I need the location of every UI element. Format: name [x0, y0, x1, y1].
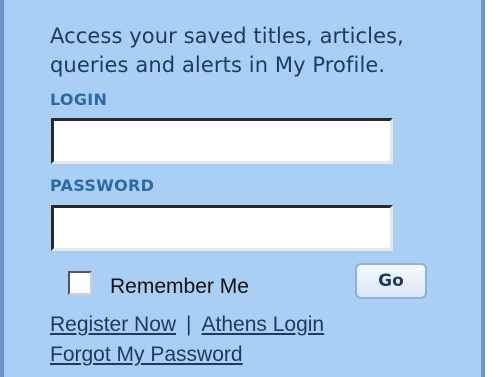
intro-text: Access your saved titles, articles, quer…: [50, 22, 480, 80]
password-label: PASSWORD: [50, 176, 155, 195]
remember-me-checkbox[interactable]: [68, 271, 92, 295]
go-button[interactable]: Go: [355, 263, 427, 299]
forgot-password-row: Forgot My Password: [50, 343, 243, 367]
register-now-link[interactable]: Register Now: [50, 313, 176, 336]
password-field[interactable]: [51, 205, 393, 251]
intro-line-2: queries and alerts in My Profile.: [50, 53, 386, 77]
login-panel: Access your saved titles, articles, quer…: [0, 0, 485, 377]
remember-me-label: Remember Me: [110, 275, 249, 298]
links-row: Register Now | Athens Login: [50, 313, 324, 337]
athens-login-link[interactable]: Athens Login: [202, 313, 325, 336]
login-label: LOGIN: [50, 90, 108, 109]
intro-line-1: Access your saved titles, articles,: [50, 24, 404, 48]
forgot-password-link[interactable]: Forgot My Password: [50, 343, 243, 366]
link-separator: |: [186, 313, 192, 336]
login-field[interactable]: [51, 118, 393, 164]
